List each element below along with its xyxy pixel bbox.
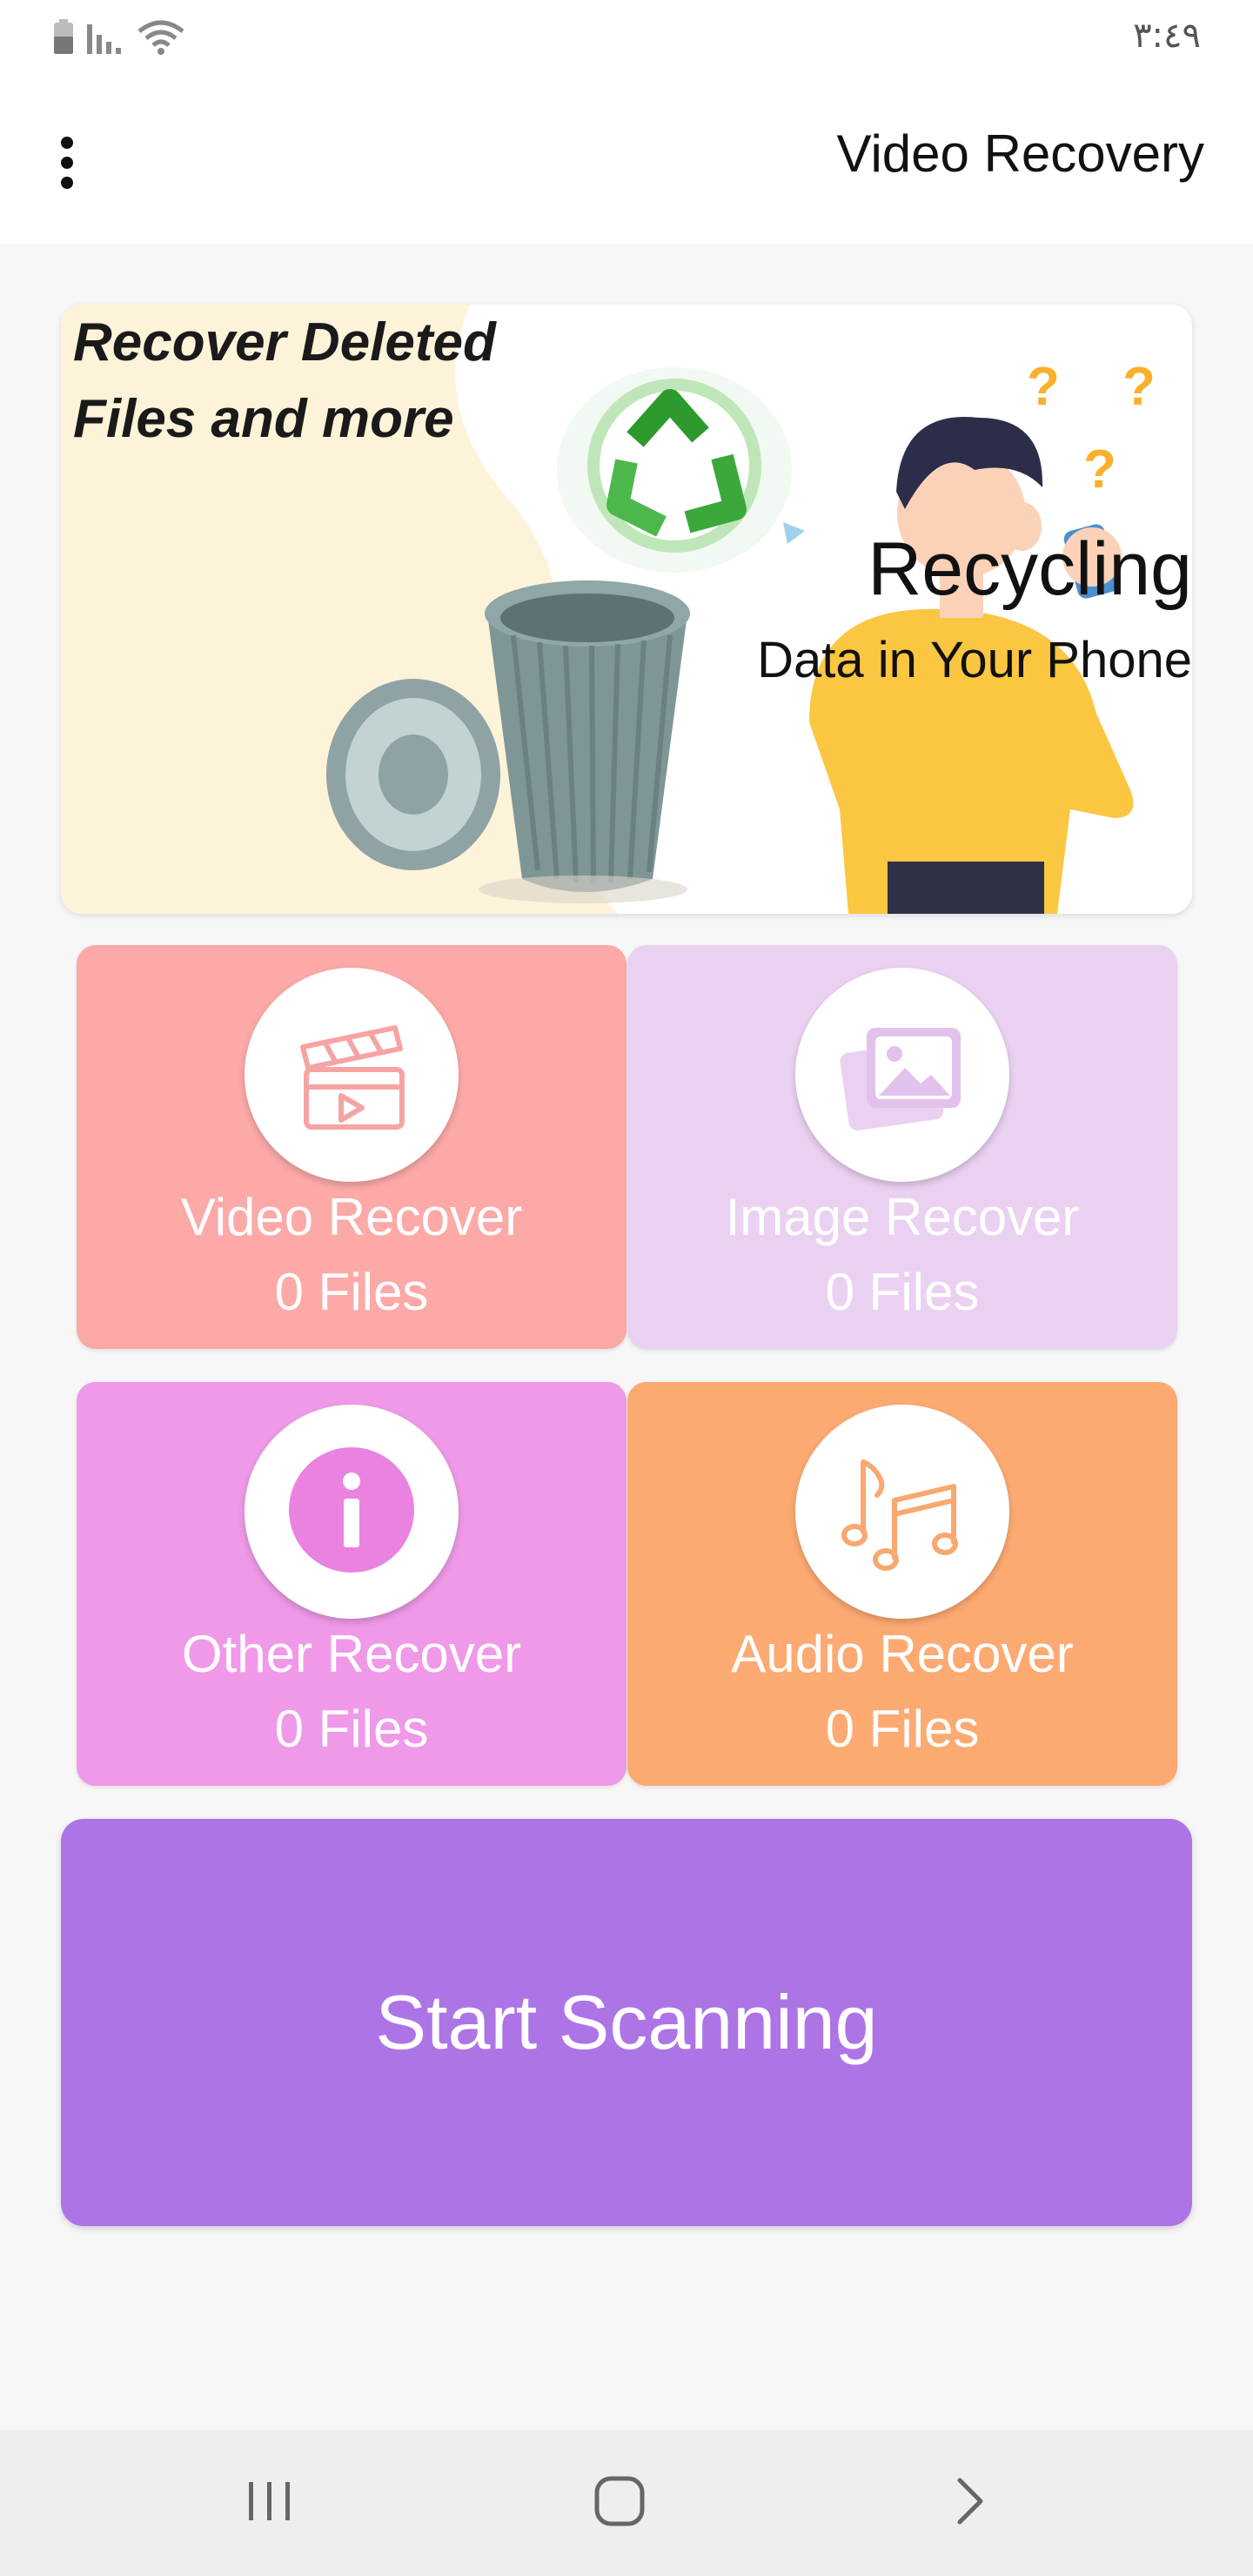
status-icons	[50, 17, 186, 61]
other-recover-count: 0 Files	[274, 1700, 429, 1758]
audio-recover-label: Audio Recover	[731, 1625, 1074, 1683]
image-recover-count: 0 Files	[825, 1263, 980, 1321]
more-options-button[interactable]	[39, 126, 95, 199]
video-recover-count: 0 Files	[274, 1263, 429, 1321]
other-recover-card[interactable]: Other Recover 0 Files	[77, 1382, 626, 1786]
audio-recover-count: 0 Files	[825, 1700, 980, 1758]
video-recover-label: Video Recover	[180, 1188, 523, 1246]
recents-button[interactable]	[226, 2468, 313, 2538]
navigation-bar	[0, 2430, 1253, 2576]
image-recover-card[interactable]: Image Recover 0 Files	[627, 945, 1177, 1349]
banner-headline-line2: Files and more	[73, 389, 454, 449]
home-button[interactable]	[576, 2468, 663, 2538]
status-time: ٣:٤٩	[1133, 16, 1201, 56]
music-note-icon	[837, 1445, 968, 1580]
svg-text:?: ?	[1083, 439, 1116, 500]
other-recover-label: Other Recover	[181, 1625, 522, 1683]
recycle-icon	[557, 367, 805, 573]
svg-text:?: ?	[1027, 357, 1060, 417]
banner-title: Recycling	[868, 527, 1192, 611]
banner-headline: Recover Deleted Files and more	[73, 305, 560, 458]
start-scanning-label: Start Scanning	[375, 1979, 878, 2065]
back-icon	[951, 2475, 989, 2532]
video-recover-icon-circle	[245, 968, 459, 1182]
audio-recover-card[interactable]: Audio Recover 0 Files	[627, 1382, 1177, 1786]
status-bar: ٣:٤٩	[0, 0, 1253, 78]
image-recover-label: Image Recover	[725, 1188, 1080, 1246]
signal-icon	[87, 19, 125, 60]
audio-recover-icon-circle	[795, 1405, 1009, 1619]
app-title: Video Recovery	[836, 124, 1204, 183]
recents-icon	[244, 2479, 296, 2528]
battery-icon	[50, 18, 77, 60]
banner-headline-line1: Recover Deleted	[73, 312, 496, 372]
image-recover-icon-circle	[795, 968, 1009, 1182]
back-button[interactable]	[927, 2468, 1014, 2538]
app-screen: ٣:٤٩ Video Recovery ? ? ? Recover Delete…	[0, 0, 1253, 2576]
video-recover-card[interactable]: Video Recover 0 Files	[77, 945, 626, 1349]
start-scanning-button[interactable]: Start Scanning	[61, 1819, 1192, 2226]
info-icon	[286, 1445, 417, 1580]
banner-subtitle: Data in Your Phone	[757, 632, 1192, 688]
image-stack-icon	[837, 1012, 968, 1138]
svg-text:?: ?	[1122, 357, 1156, 417]
home-icon	[592, 2473, 647, 2533]
other-recover-icon-circle	[245, 1405, 459, 1619]
wifi-icon	[136, 19, 186, 60]
app-bar: Video Recovery	[0, 78, 1253, 244]
clapperboard-icon	[291, 1012, 412, 1138]
promo-banner: ? ? ? Recover Deleted Files and more Rec…	[61, 305, 1192, 914]
more-vert-icon	[61, 137, 73, 189]
